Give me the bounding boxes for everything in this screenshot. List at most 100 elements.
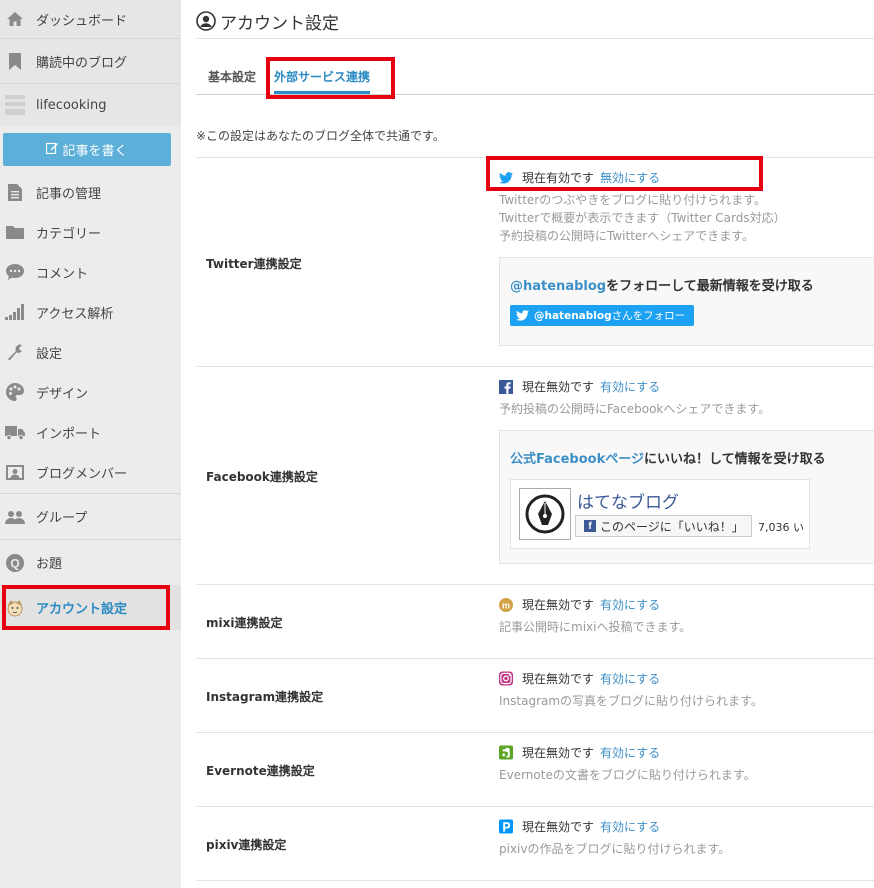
sidebar-item-label: お題	[36, 557, 63, 572]
facebook-status-text: 現在無効です	[522, 380, 595, 394]
facebook-page-link[interactable]: 公式Facebookページ	[510, 452, 644, 467]
write-article-button[interactable]: 記事を書く	[3, 133, 171, 166]
follow-suffix: さんをフォロー	[611, 310, 686, 322]
sidebar-item-articles[interactable]: 記事の管理	[0, 172, 181, 212]
edit-icon	[46, 142, 59, 157]
bar-chart-icon	[4, 301, 26, 323]
settings-note: ※この設定はあなたのブログ全体で共通です。	[196, 129, 445, 143]
svg-text:m: m	[502, 600, 510, 610]
sidebar: ダッシュボード 購読中のブログ lifecooking 記事を書く 記事の管理	[0, 0, 181, 888]
sidebar-item-dashboard[interactable]: ダッシュボード	[0, 0, 181, 38]
mixi-status-text: 現在無効です	[522, 598, 595, 612]
facebook-enable-link[interactable]: 有効にする	[600, 378, 660, 395]
sidebar-item-members[interactable]: ブログメンバー	[0, 452, 181, 493]
evernote-status: 現在無効です 有効にする	[499, 744, 660, 761]
sidebar-item-label: 設定	[36, 346, 63, 362]
instagram-status: 現在無効です 有効にする	[499, 670, 660, 687]
title-divider	[196, 38, 874, 39]
sidebar-item-label: インポート	[36, 426, 102, 442]
twitter-desc-line: 予約投稿の公開時にTwitterへシェアできます。	[499, 229, 755, 243]
twitter-status: 現在有効です 無効にする	[499, 169, 660, 186]
instagram-enable-link[interactable]: 有効にする	[600, 670, 660, 687]
instagram-status-text: 現在無効です	[522, 672, 595, 686]
sidebar-item-analytics[interactable]: アクセス解析	[0, 292, 181, 332]
twitter-description: Twitterのつぶやきをブログに貼り付けられます。 Twitterで概要が表示…	[499, 191, 786, 245]
blog-thumbnail-icon	[4, 94, 26, 116]
palette-icon	[4, 381, 26, 403]
odai-icon: Q	[4, 552, 26, 574]
facebook-description: 予約投稿の公開時にFacebookへシェアできます。	[499, 400, 770, 418]
mixi-enable-link[interactable]: 有効にする	[600, 596, 660, 613]
evernote-status-text: 現在無効です	[522, 746, 595, 760]
member-card-icon	[4, 462, 26, 484]
twitter-bird-icon	[516, 310, 529, 321]
sidebar-item-design[interactable]: デザイン	[0, 372, 181, 412]
write-article-label: 記事を書く	[62, 144, 128, 159]
sidebar-item-comments[interactable]: コメント	[0, 252, 181, 292]
facebook-page-name[interactable]: はてなブログ	[577, 488, 679, 513]
twitter-follow-text: をフォローして最新情報を受け取る	[606, 279, 814, 294]
twitter-status-text: 現在有効です	[522, 171, 595, 185]
pixiv-label: pixiv連携設定	[206, 838, 287, 852]
sidebar-item-import[interactable]: インポート	[0, 412, 181, 452]
facebook-like-label: このページに「いいね！」	[600, 519, 744, 534]
folder-icon	[4, 221, 26, 243]
user-circle-icon	[196, 11, 216, 31]
truck-icon	[4, 421, 26, 443]
evernote-enable-link[interactable]: 有効にする	[600, 744, 660, 761]
group-icon	[4, 506, 26, 528]
instagram-description: Instagramの写真をブログに貼り付けられます。	[499, 694, 763, 708]
pixiv-enable-link[interactable]: 有効にする	[600, 818, 660, 835]
comment-icon	[4, 261, 26, 283]
facebook-like-count: 7,036 い	[758, 521, 804, 534]
sidebar-item-label: カテゴリー	[36, 226, 102, 242]
evernote-settings-row: Evernote連携設定 現在無効です 有効にする Evernoteの文書をブロ…	[196, 732, 874, 806]
twitter-follow-heading: @hatenablogをフォローして最新情報を受け取る	[510, 275, 814, 294]
sidebar-item-label: コメント	[36, 266, 89, 282]
evernote-icon	[499, 745, 513, 760]
facebook-like-button[interactable]: f このページに「いいね！」	[575, 515, 752, 537]
sidebar-blog-name[interactable]: lifecooking	[0, 84, 181, 126]
home-icon	[4, 8, 26, 30]
facebook-icon	[499, 379, 513, 394]
sidebar-top-group: ダッシュボード 購読中のブログ lifecooking	[0, 0, 181, 126]
twitter-desc-line: Twitterのつぶやきをブログに貼り付けられます。	[499, 193, 767, 207]
sidebar-item-categories[interactable]: カテゴリー	[0, 212, 181, 252]
facebook-like-text: にいいね！して情報を受け取る	[643, 452, 826, 467]
pixiv-icon	[499, 819, 513, 834]
follow-handle: @hatenablog	[534, 309, 612, 322]
evernote-label: Evernote連携設定	[206, 764, 315, 778]
instagram-settings-row: Instagram連携設定 現在無効です 有効にする Instagramの写真を…	[196, 658, 874, 732]
facebook-settings-row: Facebook連携設定 現在無効です 有効にする 予約投稿の公開時にFaceb…	[196, 366, 874, 584]
twitter-disable-link[interactable]: 無効にする	[600, 169, 660, 186]
hatena-blog-logo-icon	[519, 488, 571, 540]
sidebar-item-group[interactable]: グループ	[0, 494, 181, 539]
tab-bar: 基本設定 外部サービス連携	[196, 62, 874, 95]
sidebar-item-label: ブログメンバー	[36, 467, 128, 482]
sidebar-item-label: ダッシュボード	[36, 13, 128, 29]
document-icon	[4, 181, 26, 203]
sidebar-item-settings[interactable]: 設定	[0, 332, 181, 372]
sidebar-item-label: グループ	[36, 511, 88, 526]
pixiv-settings-row: pixiv連携設定 現在無効です 有効にする pixivの作品をブログに貼り付け…	[196, 806, 874, 881]
facebook-small-icon: f	[584, 520, 596, 532]
twitter-handle-link[interactable]: @hatenablog	[510, 279, 606, 294]
facebook-page-plugin: はてなブログ f このページに「いいね！」 7,036 い	[510, 479, 810, 549]
twitter-label: Twitter連携設定	[206, 257, 302, 271]
facebook-label: Facebook連携設定	[206, 470, 318, 484]
sidebar-item-odai[interactable]: Q お題	[0, 540, 181, 585]
pixiv-description: pixivの作品をブログに貼り付けられます。	[499, 842, 731, 856]
instagram-label: Instagram連携設定	[206, 690, 324, 704]
avatar-icon	[4, 597, 26, 619]
mixi-description: 記事公開時にmixiへ投稿できます。	[499, 620, 692, 634]
svg-text:Q: Q	[10, 556, 19, 570]
twitter-follow-button[interactable]: @hatenablog さんをフォロー	[510, 305, 695, 326]
tab-basic-settings[interactable]: 基本設定	[208, 68, 256, 85]
sidebar-item-account-settings[interactable]: アカウント設定	[0, 585, 181, 630]
evernote-description: Evernoteの文書をブログに貼り付けられます。	[499, 768, 756, 782]
sidebar-item-subscriptions[interactable]: 購読中のブログ	[0, 39, 181, 83]
page-title: アカウント設定	[196, 9, 339, 34]
tab-external-services[interactable]: 外部サービス連携	[274, 68, 371, 94]
sidebar-item-label: アカウント設定	[36, 602, 128, 617]
twitter-settings-row: Twitter連携設定 現在有効です 無効にする Twitterのつぶやきをブロ…	[196, 157, 874, 366]
